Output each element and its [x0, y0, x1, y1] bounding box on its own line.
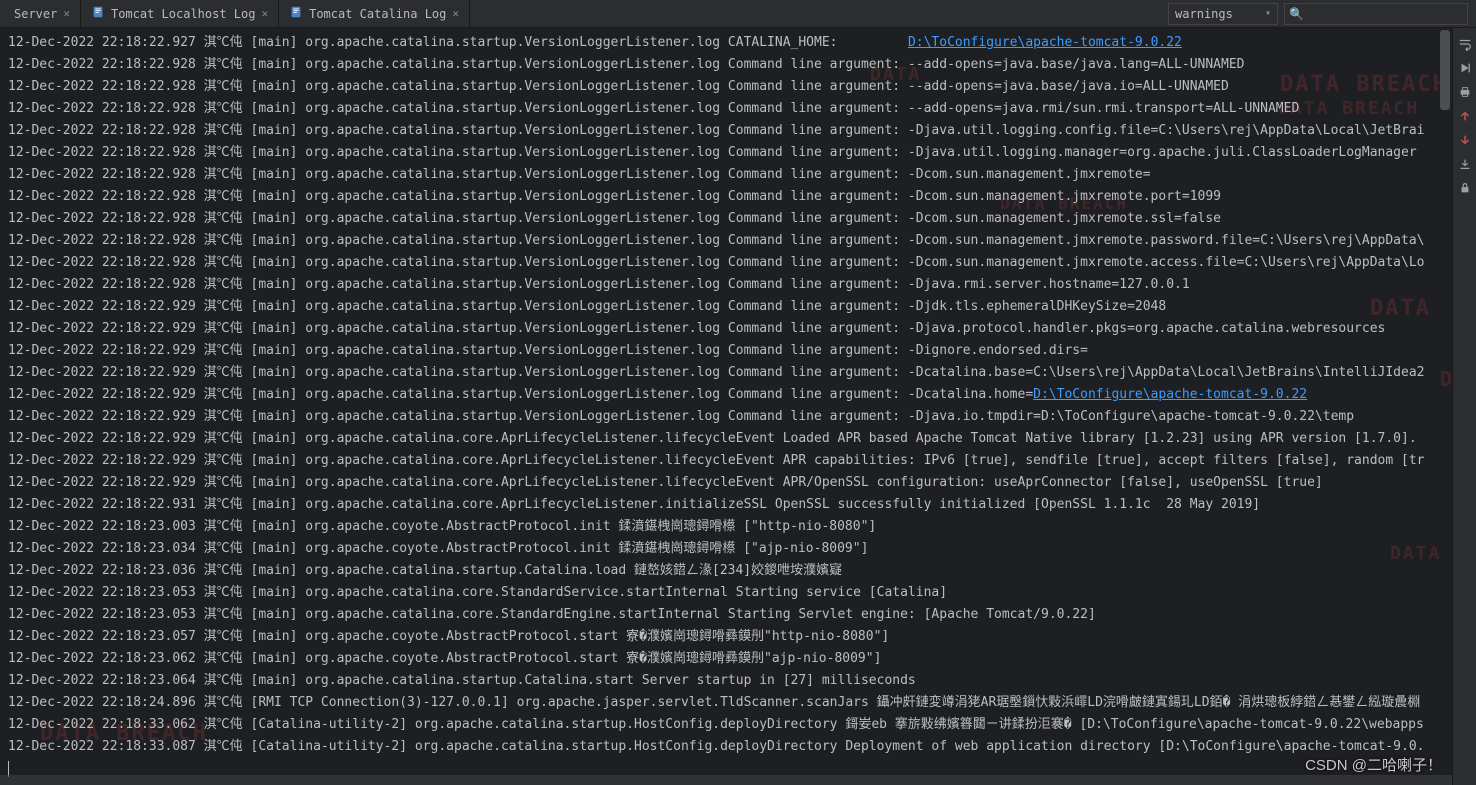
- log-search-input[interactable]: [1308, 7, 1463, 21]
- arrow-up-icon[interactable]: [1458, 108, 1472, 122]
- content-area: DATA BREACHDATA BREACHDATADATA BREACHDAT…: [0, 28, 1476, 785]
- arrow-down-icon[interactable]: [1458, 132, 1472, 146]
- log-line: 12-Dec-2022 22:18:22.927 淇℃伅 [main] org.…: [8, 32, 1452, 54]
- tab-label: Server: [14, 7, 57, 21]
- log-line: 12-Dec-2022 22:18:22.928 淇℃伅 [main] org.…: [8, 274, 1452, 296]
- log-line: 12-Dec-2022 22:18:23.036 淇℃伅 [main] org.…: [8, 560, 1452, 582]
- log-line: 12-Dec-2022 22:18:22.929 淇℃伅 [main] org.…: [8, 362, 1452, 384]
- tab-server[interactable]: Server ✕: [4, 0, 81, 27]
- soft-wrap-icon[interactable]: [1458, 36, 1472, 50]
- print-icon[interactable]: [1458, 84, 1472, 98]
- console-output[interactable]: DATA BREACHDATA BREACHDATADATA BREACHDAT…: [0, 28, 1452, 785]
- document-icon: [289, 5, 303, 22]
- close-icon[interactable]: ✕: [63, 7, 70, 20]
- log-line: 12-Dec-2022 22:18:23.053 淇℃伅 [main] org.…: [8, 582, 1452, 604]
- close-icon[interactable]: ✕: [452, 7, 459, 20]
- log-line: 12-Dec-2022 22:18:22.929 淇℃伅 [main] org.…: [8, 406, 1452, 428]
- log-line: 12-Dec-2022 22:18:23.064 淇℃伅 [main] org.…: [8, 670, 1452, 692]
- log-line: 12-Dec-2022 22:18:22.929 淇℃伅 [main] org.…: [8, 296, 1452, 318]
- log-line: 12-Dec-2022 22:18:22.928 淇℃伅 [main] org.…: [8, 164, 1452, 186]
- log-line: 12-Dec-2022 22:18:22.929 淇℃伅 [main] org.…: [8, 450, 1452, 472]
- log-level-filter[interactable]: warnings ▾: [1168, 3, 1278, 25]
- path-link[interactable]: D:\ToConfigure\apache-tomcat-9.0.22: [1033, 387, 1307, 402]
- log-line: 12-Dec-2022 22:18:23.057 淇℃伅 [main] org.…: [8, 626, 1452, 648]
- log-line: 12-Dec-2022 22:18:22.929 淇℃伅 [main] org.…: [8, 472, 1452, 494]
- log-line: 12-Dec-2022 22:18:24.896 淇℃伅 [RMI TCP Co…: [8, 692, 1452, 714]
- log-line: 12-Dec-2022 22:18:22.928 淇℃伅 [main] org.…: [8, 54, 1452, 76]
- watermark: CSDN @二哈喇子！: [1305, 755, 1442, 777]
- path-link[interactable]: D:\ToConfigure\apache-tomcat-9.0.22: [908, 35, 1182, 50]
- log-line: 12-Dec-2022 22:18:23.062 淇℃伅 [main] org.…: [8, 648, 1452, 670]
- log-line: 12-Dec-2022 22:18:22.928 淇℃伅 [main] org.…: [8, 252, 1452, 274]
- close-icon[interactable]: ✕: [261, 7, 268, 20]
- export-icon[interactable]: [1458, 156, 1472, 170]
- search-icon: 🔍: [1289, 7, 1304, 21]
- console-toolbar: [1452, 28, 1476, 785]
- log-search[interactable]: 🔍: [1284, 3, 1468, 25]
- log-line: 12-Dec-2022 22:18:22.929 淇℃伅 [main] org.…: [8, 318, 1452, 340]
- log-line: 12-Dec-2022 22:18:22.929 淇℃伅 [main] org.…: [8, 384, 1452, 406]
- chevron-down-icon: ▾: [1265, 8, 1271, 19]
- tab-label: Tomcat Catalina Log: [309, 7, 446, 21]
- document-icon: [91, 5, 105, 22]
- log-line: 12-Dec-2022 22:18:22.928 淇℃伅 [main] org.…: [8, 186, 1452, 208]
- log-line: 12-Dec-2022 22:18:22.929 淇℃伅 [main] org.…: [8, 340, 1452, 362]
- vertical-scrollbar[interactable]: [1440, 30, 1450, 110]
- tab-list: Server✕Tomcat Localhost Log✕Tomcat Catal…: [4, 0, 470, 27]
- tab-label: Tomcat Localhost Log: [111, 7, 256, 21]
- log-line: 12-Dec-2022 22:18:22.929 淇℃伅 [main] org.…: [8, 428, 1452, 450]
- log-lines: 12-Dec-2022 22:18:22.927 淇℃伅 [main] org.…: [8, 32, 1452, 780]
- log-line: 12-Dec-2022 22:18:23.034 淇℃伅 [main] org.…: [8, 538, 1452, 560]
- log-line: 12-Dec-2022 22:18:33.087 淇℃伅 [Catalina-u…: [8, 736, 1452, 758]
- horizontal-scrollbar[interactable]: [0, 775, 1452, 785]
- log-level-value: warnings: [1175, 7, 1233, 21]
- log-line: 12-Dec-2022 22:18:22.928 淇℃伅 [main] org.…: [8, 208, 1452, 230]
- log-line: 12-Dec-2022 22:18:23.053 淇℃伅 [main] org.…: [8, 604, 1452, 626]
- log-line: 12-Dec-2022 22:18:22.928 淇℃伅 [main] org.…: [8, 98, 1452, 120]
- log-line: 12-Dec-2022 22:18:23.003 淇℃伅 [main] org.…: [8, 516, 1452, 538]
- tabbar-right: warnings ▾ 🔍: [1168, 3, 1472, 25]
- log-line: 12-Dec-2022 22:18:22.928 淇℃伅 [main] org.…: [8, 230, 1452, 252]
- log-line: 12-Dec-2022 22:18:22.928 淇℃伅 [main] org.…: [8, 142, 1452, 164]
- log-line: 12-Dec-2022 22:18:22.928 淇℃伅 [main] org.…: [8, 76, 1452, 98]
- scroll-end-icon[interactable]: [1458, 60, 1472, 74]
- lock-icon[interactable]: [1458, 180, 1472, 194]
- tab-tomcat-catalina-log[interactable]: Tomcat Catalina Log ✕: [279, 0, 470, 27]
- tab-bar: Server✕Tomcat Localhost Log✕Tomcat Catal…: [0, 0, 1476, 28]
- tab-tomcat-localhost-log[interactable]: Tomcat Localhost Log ✕: [81, 0, 279, 27]
- log-line: 12-Dec-2022 22:18:22.928 淇℃伅 [main] org.…: [8, 120, 1452, 142]
- log-line: 12-Dec-2022 22:18:33.062 淇℃伅 [Catalina-u…: [8, 714, 1452, 736]
- log-line: 12-Dec-2022 22:18:22.931 淇℃伅 [main] org.…: [8, 494, 1452, 516]
